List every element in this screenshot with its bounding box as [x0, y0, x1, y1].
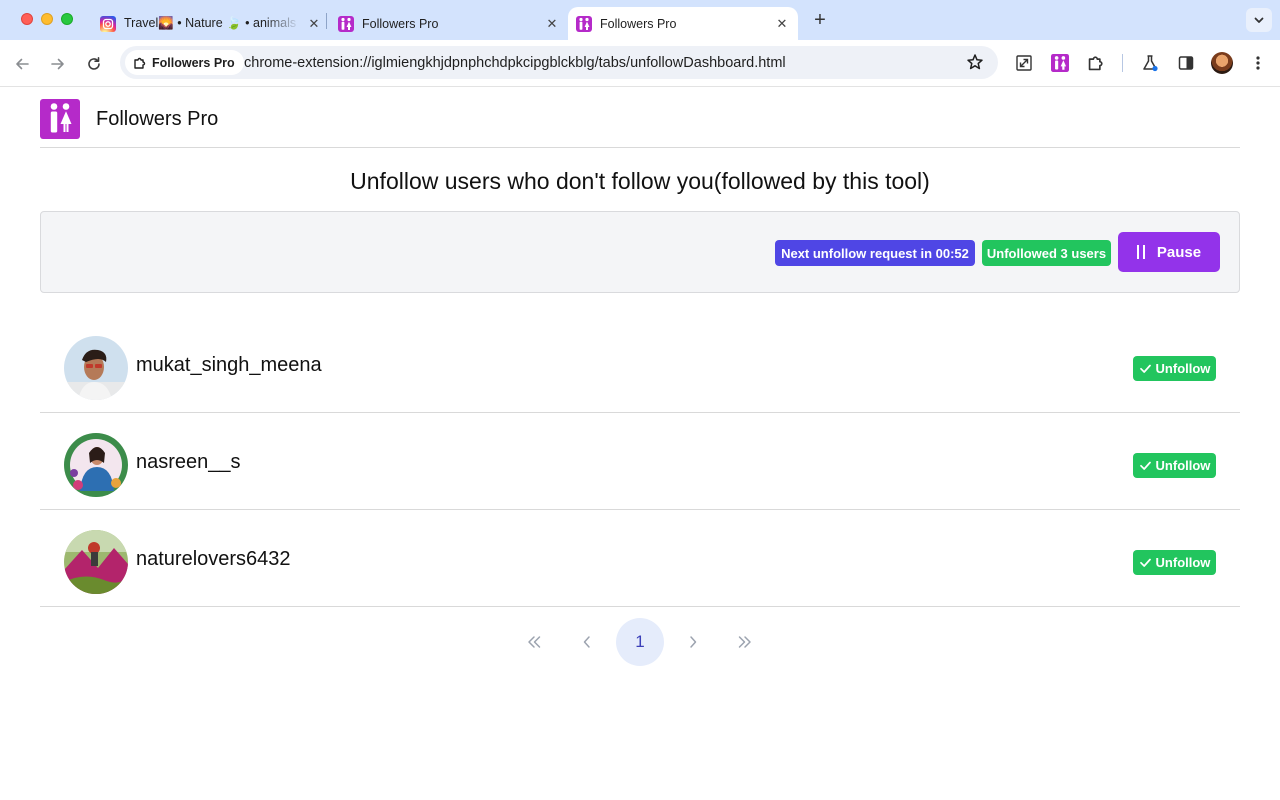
chevron-right-icon — [690, 636, 697, 648]
unfollow-label: Unfollow — [1155, 555, 1211, 570]
close-tab-icon[interactable]: ✕ — [306, 16, 322, 32]
labs-flask-icon[interactable] — [1139, 52, 1161, 74]
unfollow-label: Unfollow — [1155, 361, 1211, 376]
followers-pro-icon — [338, 15, 354, 32]
close-tab-icon[interactable]: ✕ — [774, 16, 790, 32]
user-avatar — [64, 530, 128, 594]
user-row: mukat_singh_meena Unfollow — [40, 316, 1240, 413]
unfollowed-count-badge: Unfollowed 3 users — [982, 240, 1111, 266]
page-button-current[interactable]: 1 — [616, 618, 664, 666]
previous-page-button[interactable] — [563, 618, 611, 666]
pagination: 1 — [510, 618, 770, 666]
close-tab-icon[interactable]: ✕ — [544, 16, 560, 32]
app-header: Followers Pro — [40, 87, 1240, 148]
tab-followers-pro-active[interactable]: Followers Pro ✕ — [568, 7, 798, 40]
tab-search-button[interactable] — [1246, 8, 1272, 32]
browser-tab-strip: Travel🌄 • Nature 🍃 • animals ✕ Followers… — [0, 0, 1280, 40]
instagram-icon — [100, 15, 116, 32]
unfollow-button[interactable]: Unfollow — [1133, 356, 1216, 381]
address-bar[interactable]: Followers Pro chrome-extension://iglmien… — [120, 46, 998, 79]
tab-title: Followers Pro — [600, 16, 677, 31]
tab-instagram[interactable]: Travel🌄 • Nature 🍃 • animals ✕ — [92, 7, 322, 40]
username[interactable]: naturelovers6432 — [136, 548, 291, 571]
side-panel-icon[interactable] — [1175, 52, 1197, 74]
close-window-button[interactable] — [21, 13, 33, 25]
check-icon — [1139, 558, 1151, 567]
profile-avatar[interactable] — [1211, 52, 1233, 74]
page-title: Unfollow users who don't follow you(foll… — [350, 168, 930, 194]
next-request-badge: Next unfollow request in 00:52 — [775, 240, 975, 266]
site-info-chip[interactable]: Followers Pro — [125, 50, 244, 75]
next-page-button[interactable] — [669, 618, 717, 666]
site-chip-label: Followers Pro — [152, 55, 235, 70]
unfollow-button[interactable]: Unfollow — [1133, 550, 1216, 575]
new-tab-button[interactable]: + — [810, 10, 830, 30]
user-avatar — [64, 433, 128, 497]
pause-icon — [1136, 245, 1145, 259]
forward-arrow-icon — [51, 58, 64, 70]
toolbar-divider — [1122, 54, 1123, 72]
extension-puzzle-icon — [134, 57, 146, 69]
tab-followers-pro[interactable]: Followers Pro ✕ — [330, 7, 560, 40]
extensions-puzzle-icon[interactable] — [1085, 52, 1107, 74]
user-row: naturelovers6432 Unfollow — [40, 510, 1240, 607]
username[interactable]: nasreen__s — [136, 451, 241, 474]
user-row: nasreen__s Unfollow — [40, 413, 1240, 510]
reload-icon — [88, 57, 100, 70]
back-arrow-icon — [16, 58, 29, 70]
tab-title: Followers Pro — [362, 16, 439, 31]
unfollow-button[interactable]: Unfollow — [1133, 453, 1216, 478]
followers-pro-logo — [40, 99, 80, 139]
maximize-window-button[interactable] — [61, 13, 73, 25]
chevron-down-icon — [1254, 17, 1264, 23]
url-text[interactable]: chrome-extension://iglmiengkhjdpnphchdpk… — [244, 55, 786, 71]
minimize-window-button[interactable] — [41, 13, 53, 25]
chevron-left-icon — [583, 636, 590, 648]
browser-toolbar: Followers Pro chrome-extension://iglmien… — [0, 40, 1280, 87]
pause-button[interactable]: Pause — [1118, 232, 1220, 272]
check-icon — [1139, 461, 1151, 470]
open-in-window-icon[interactable] — [1013, 52, 1035, 74]
followers-pro-extension-icon[interactable] — [1049, 52, 1071, 74]
check-icon — [1139, 364, 1151, 373]
tab-divider — [326, 13, 327, 29]
reload-button[interactable] — [82, 52, 106, 76]
followers-pro-icon — [576, 15, 592, 32]
username[interactable]: mukat_singh_meena — [136, 354, 322, 377]
back-button[interactable] — [10, 52, 34, 76]
double-chevron-right-icon — [738, 636, 751, 648]
first-page-button[interactable] — [510, 618, 558, 666]
bookmark-star-icon[interactable] — [966, 53, 984, 76]
tab-title: Travel🌄 • Nature 🍃 • animals — [124, 16, 297, 30]
double-chevron-left-icon — [528, 636, 541, 648]
brand-name: Followers Pro — [96, 108, 219, 130]
forward-button[interactable] — [46, 52, 70, 76]
unfollow-status-panel: Next unfollow request in 00:52 Unfollowe… — [40, 211, 1240, 293]
pause-label: Pause — [1156, 243, 1202, 261]
unfollow-label: Unfollow — [1155, 458, 1211, 473]
more-menu-icon[interactable] — [1247, 52, 1269, 74]
last-page-button[interactable] — [721, 618, 769, 666]
user-avatar — [64, 336, 128, 400]
